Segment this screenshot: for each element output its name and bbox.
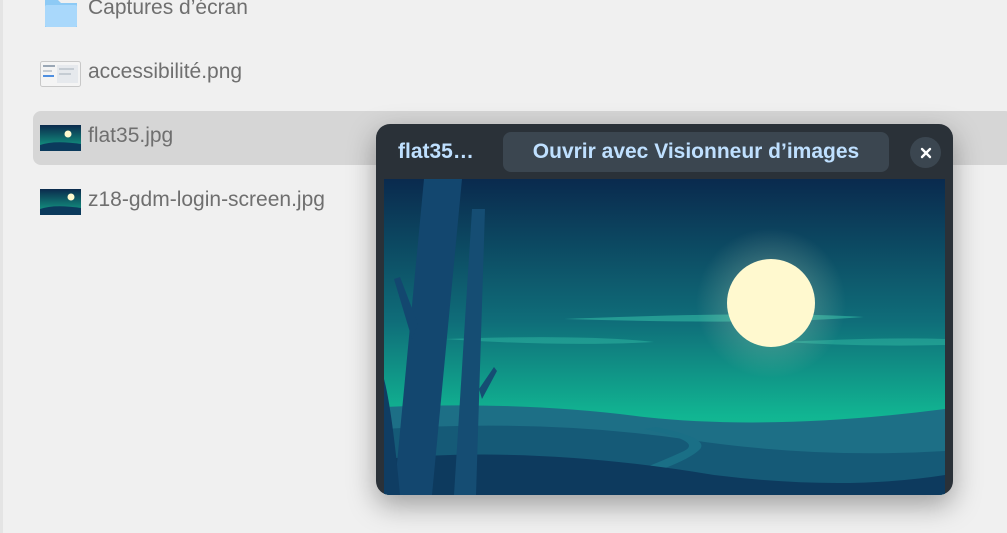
landscape-preview-image (384, 179, 945, 495)
landscape-thumbnail-icon (40, 189, 81, 215)
landscape-thumbnail-icon (40, 125, 81, 151)
open-with-image-viewer-button[interactable]: Ouvrir avec Visionneur d’images (503, 132, 889, 172)
file-row-captures[interactable]: Captures d’écran (33, 0, 1007, 37)
close-icon (920, 147, 931, 158)
file-name: Captures d’écran (88, 0, 248, 19)
screenshot-thumbnail-icon (40, 61, 81, 87)
file-row-accessibilite[interactable]: accessibilité.png (33, 47, 1007, 101)
file-name: accessibilité.png (88, 60, 243, 83)
close-preview-button[interactable] (910, 137, 941, 168)
folder-icon (45, 0, 77, 27)
image-preview-popover: flat35… Ouvrir avec Visionneur d’images (376, 124, 953, 495)
preview-title: flat35… (398, 140, 474, 163)
file-name: z18-gdm-login-screen.jpg (88, 188, 325, 211)
file-name: flat35.jpg (88, 124, 174, 147)
